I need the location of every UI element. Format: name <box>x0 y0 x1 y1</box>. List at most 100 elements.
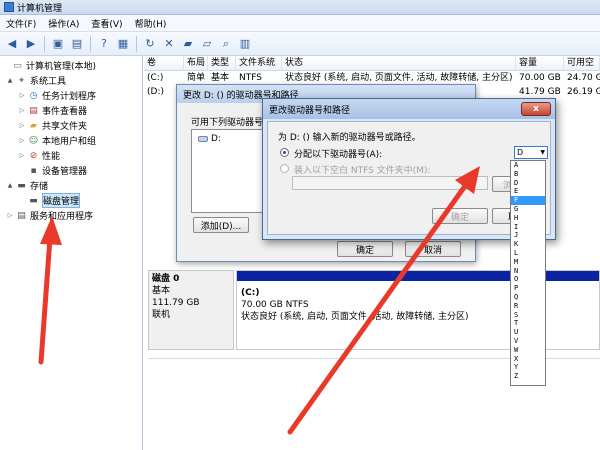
dropdown-option[interactable]: F <box>511 196 545 205</box>
dropdown-option[interactable]: P <box>511 284 545 293</box>
settings-icon[interactable]: ▥ <box>237 36 253 52</box>
column-header-free[interactable]: 可用空 <box>564 56 600 71</box>
tree-item-label: 磁盘管理 <box>42 193 81 208</box>
dropdown-option[interactable]: J <box>511 231 545 240</box>
disk-size: 111.79 GB <box>152 298 200 308</box>
menu-help[interactable]: 帮助(H) <box>135 17 167 30</box>
dropdown-option[interactable]: R <box>511 302 545 311</box>
column-header-capacity[interactable]: 容量 <box>516 56 564 71</box>
tree-item-storage[interactable]: ▲ ▬ 存储 <box>0 178 142 193</box>
cancel-button[interactable]: 取消 <box>405 241 461 257</box>
back-icon[interactable]: ◀ <box>4 36 20 52</box>
dropdown-option[interactable]: Y <box>511 363 545 372</box>
dropdown-option[interactable]: M <box>511 258 545 267</box>
column-header-type[interactable]: 类型 <box>208 56 236 71</box>
drive-letter-select[interactable]: D ▼ <box>514 146 548 159</box>
ok-button[interactable]: 确定 <box>432 208 488 224</box>
disk-status: 联机 <box>152 310 171 320</box>
dropdown-option[interactable]: S <box>511 311 545 320</box>
dropdown-option[interactable]: D <box>511 179 545 188</box>
dropdown-option[interactable]: H <box>511 214 545 223</box>
assign-letter-radio[interactable] <box>280 148 289 157</box>
dropdown-option[interactable]: N <box>511 267 545 276</box>
tree-item-services[interactable]: ▷ ▤ 服务和应用程序 <box>0 208 142 223</box>
cell-capacity: 70.00 GB <box>519 73 561 83</box>
tree-item-label: 任务计划程序 <box>42 92 97 102</box>
dropdown-option[interactable]: A <box>511 161 545 170</box>
dropdown-option[interactable]: K <box>511 240 545 249</box>
column-header-status[interactable]: 状态 <box>282 56 516 71</box>
dropdown-option[interactable]: W <box>511 346 545 355</box>
collapse-icon[interactable]: ▲ <box>6 77 14 84</box>
toolbar-separator <box>136 35 137 52</box>
toolbar-separator <box>44 35 45 52</box>
dropdown-option[interactable]: V <box>511 337 545 346</box>
tree-item-local-users[interactable]: ▷ ☺ 本地用户和组 <box>0 133 142 148</box>
expand-icon[interactable]: ▷ <box>18 137 26 144</box>
open-icon[interactable]: ▱ <box>199 36 215 52</box>
menu-action[interactable]: 操作(A) <box>48 17 79 30</box>
add-button[interactable]: 添加(D)... <box>193 217 249 233</box>
expand-icon[interactable]: ▷ <box>18 92 26 99</box>
expand-icon[interactable]: ▷ <box>18 152 26 159</box>
help-icon[interactable]: ? <box>96 36 112 52</box>
tree-item-event-viewer[interactable]: ▷ ▤ 事件查看器 <box>0 103 142 118</box>
tree-item-performance[interactable]: ▷ ⊘ 性能 <box>0 148 142 163</box>
folder-icon[interactable]: ▰ <box>180 36 196 52</box>
device-icon: ▪ <box>30 165 37 176</box>
refresh-icon[interactable]: ↻ <box>142 36 158 52</box>
close-icon[interactable]: x <box>521 102 551 116</box>
properties-icon[interactable]: ▦ <box>115 36 131 52</box>
dropdown-option[interactable]: B <box>511 170 545 179</box>
dropdown-option[interactable]: Z <box>511 372 545 381</box>
column-header-volume[interactable]: 卷 <box>144 56 184 71</box>
zoom-icon[interactable]: ⌕ <box>218 36 234 52</box>
ok-button[interactable]: 确定 <box>337 241 393 257</box>
disk-info-box[interactable]: 磁盘 0 基本 111.79 GB 联机 <box>148 270 234 350</box>
tree-item-label: 共享文件夹 <box>42 122 88 132</box>
tree-item-device-manager[interactable]: ▪ 设备管理器 <box>0 163 142 178</box>
expand-icon[interactable]: ▷ <box>6 212 14 219</box>
column-header-layout[interactable]: 布局 <box>184 56 208 71</box>
dropdown-option[interactable]: T <box>511 319 545 328</box>
tree-item-task-scheduler[interactable]: ▷ ◷ 任务计划程序 <box>0 88 142 103</box>
menu-file[interactable]: 文件(F) <box>6 17 36 30</box>
mount-folder-label: 装入以下空白 NTFS 文件夹中(M): <box>294 166 431 176</box>
tree-item-disk-management[interactable]: ▬ 磁盘管理 <box>0 193 142 208</box>
dropdown-option[interactable]: X <box>511 355 545 364</box>
dropdown-option[interactable]: L <box>511 249 545 258</box>
dropdown-option[interactable]: O <box>511 275 545 284</box>
tree-item-label: 计算机管理(本地) <box>26 62 97 72</box>
list-item-label: D: <box>211 134 221 144</box>
dialog-title: 更改驱动器号和路径 x <box>263 99 555 119</box>
mount-folder-radio[interactable] <box>280 164 289 173</box>
dropdown-option[interactable]: I <box>511 223 545 232</box>
users-icon: ☺ <box>28 135 39 146</box>
list-item[interactable]: D: <box>198 134 221 144</box>
expand-icon[interactable]: ▷ <box>18 107 26 114</box>
folder-path-input[interactable] <box>292 176 488 190</box>
selected-letter: D <box>517 148 524 157</box>
dropdown-option[interactable]: U <box>511 328 545 337</box>
disk-icon: ▬ <box>29 195 38 206</box>
tree-item-system-tools[interactable]: ▲ ✦ 系统工具 <box>0 73 142 88</box>
tree-item-computer-management[interactable]: ▭ 计算机管理(本地) <box>0 58 142 73</box>
menu-bar: 文件(F) 操作(A) 查看(V) 帮助(H) <box>0 15 600 32</box>
drive-letter-dropdown[interactable]: ABDEFGHIJKLMNOPQRSTUVWXYZ <box>510 160 546 386</box>
up-icon[interactable]: ▣ <box>50 36 66 52</box>
dropdown-option[interactable]: G <box>511 205 545 214</box>
console-tree-icon[interactable]: ▤ <box>69 36 85 52</box>
forward-icon[interactable]: ▶ <box>23 36 39 52</box>
services-icon: ▤ <box>17 210 26 221</box>
tree-item-shared-folders[interactable]: ▷ ▰ 共享文件夹 <box>0 118 142 133</box>
instruction-text: 为 D: () 输入新的驱动器号或路径。 <box>278 133 421 143</box>
collapse-icon[interactable]: ▲ <box>6 182 14 189</box>
dropdown-option[interactable]: E <box>511 187 545 196</box>
dropdown-option[interactable]: Q <box>511 293 545 302</box>
volume-column-headers: 卷 布局 类型 文件系统 状态 容量 可用空 <box>144 56 600 71</box>
delete-icon[interactable]: ✕ <box>161 36 177 52</box>
expand-icon[interactable]: ▷ <box>18 122 26 129</box>
menu-view[interactable]: 查看(V) <box>91 17 122 30</box>
toolbar-separator <box>90 35 91 52</box>
column-header-filesystem[interactable]: 文件系统 <box>236 56 282 71</box>
